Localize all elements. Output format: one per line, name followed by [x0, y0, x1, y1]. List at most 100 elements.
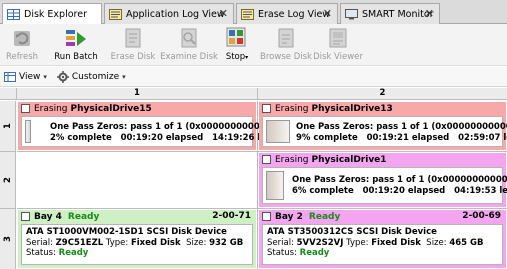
status-label: Status:	[267, 248, 297, 258]
empty-bay-cell[interactable]	[17, 152, 258, 209]
drive-name: PhysicalDrive15	[70, 103, 152, 114]
browse-disk-button[interactable]: Browse Disk	[260, 26, 312, 64]
row-header-label: 1	[2, 123, 13, 129]
examine-disk-button[interactable]: Examine Disk	[160, 26, 218, 64]
refresh-label: Refresh	[5, 52, 39, 62]
run-batch-label: Run Batch	[54, 52, 98, 62]
tab-smart-monitor[interactable]: SMART Monitor ✕	[340, 3, 440, 24]
ready-panel: Bay 4 Ready 2-00-71 ATA ST1000VM002-1SD1 S…	[18, 210, 256, 268]
customize-menu-button[interactable]: Customize ▾	[56, 70, 126, 83]
ready-status: Ready	[308, 211, 341, 222]
examine-disk-icon	[181, 28, 197, 48]
erase-status: Erasing	[275, 154, 309, 165]
refresh-button[interactable]: Refresh	[4, 26, 40, 64]
progress-text: One Pass Zeros: pass 1 of 1 (0x000000000…	[50, 122, 275, 144]
view-label: View	[19, 71, 41, 82]
size-value: 465 GB	[449, 237, 484, 248]
close-icon[interactable]: ✕	[425, 7, 434, 20]
size-label: Size:	[426, 237, 447, 248]
bay-label: Bay 2	[275, 211, 303, 222]
select-checkbox[interactable]	[21, 212, 30, 221]
column-header[interactable]: 1	[17, 88, 258, 100]
select-checkbox[interactable]	[21, 104, 30, 113]
row-header-label: 2	[2, 177, 13, 183]
monitor-icon	[345, 8, 358, 19]
drive-cell[interactable]: Erasing PhysicalDrive15 One Pass Zeros: p…	[17, 101, 275, 152]
drive-cell[interactable]: Bay 2 Ready 2-00-69 ATA ST3500312CS SCSI D…	[258, 209, 507, 269]
disk-viewer-button[interactable]: Disk Viewer	[313, 26, 363, 64]
device-details: Serial: 5VV2S2VJ Type: Fixed Disk Size: …	[267, 238, 498, 249]
stop-icon	[226, 27, 246, 47]
view-menu-button[interactable]: View ▾	[4, 71, 47, 82]
close-icon[interactable]: ✕	[219, 7, 228, 20]
row-header[interactable]: 1	[0, 101, 16, 152]
select-checkbox[interactable]	[262, 104, 271, 113]
erase-pass-text: One Pass Zeros: pass 1 of 1 (0x000000000…	[296, 122, 507, 132]
stop-label: Stop▾	[226, 52, 248, 62]
size-label: Size:	[186, 237, 207, 248]
erasing-panel: Erasing PhysicalDrive15 One Pass Zeros: p…	[18, 102, 275, 150]
examine-disk-label: Examine Disk	[160, 52, 218, 62]
run-batch-icon	[66, 30, 86, 46]
port-id: 2-00-69	[462, 211, 501, 221]
serial-value: Z9C51EZL	[55, 237, 104, 248]
erase-disk-label: Erase Disk	[110, 52, 156, 62]
view-bar: View ▾ Customize ▾	[0, 67, 507, 87]
customize-label: Customize	[71, 71, 120, 82]
tab-application-log-view[interactable]: Application Log View ✕	[104, 3, 234, 24]
drive-cell[interactable]: Bay 4 Ready 2-00-71 ATA ST1000VM002-1SD1 S…	[17, 209, 258, 269]
panel-header: Erasing PhysicalDrive15	[18, 102, 256, 115]
size-value: 932 GB	[209, 237, 244, 248]
device-name: ATA ST1000VM002-1SD1 SCSI Disk Device	[26, 227, 227, 237]
drive-cell[interactable]: Erasing PhysicalDrive13 One Pass Zeros: p…	[258, 101, 507, 152]
row-header-label: 3	[2, 236, 13, 242]
view-icon	[4, 71, 16, 82]
type-label: Type:	[105, 237, 129, 248]
progress-text: One Pass Zeros: pass 1 of 1 (0x000000000…	[296, 122, 507, 144]
tab-disk-explorer[interactable]: Disk Explorer	[2, 3, 102, 25]
tab-label: Application Log View	[126, 8, 225, 20]
progress-bar	[266, 120, 290, 143]
erase-disk-button[interactable]: Erase Disk	[110, 26, 156, 64]
erase-time-text: 9% complete 00:19:21 elapsed 02:59:07 le…	[296, 133, 507, 143]
panel-header: Bay 2 Ready 2-00-69	[259, 210, 506, 223]
type-value: Fixed Disk	[371, 237, 421, 248]
progress-box: One Pass Zeros: pass 1 of 1 (0x000000000…	[262, 167, 507, 204]
chevron-down-icon: ▾	[43, 72, 47, 81]
chevron-down-icon: ▾	[122, 72, 126, 81]
grid-corner	[0, 88, 17, 100]
port-id: 2-00-71	[212, 211, 251, 221]
erase-time-text: 2% complete 00:19:20 elapsed 14:19:26 le…	[50, 133, 274, 143]
erase-pass-text: One Pass Zeros: pass 1 of 1 (0x000000000…	[292, 175, 507, 185]
row-header[interactable]: 2	[0, 152, 16, 209]
erasing-panel: Erasing PhysicalDrive13 One Pass Zeros: p…	[259, 102, 507, 150]
stop-button[interactable]: Stop▾	[224, 26, 250, 64]
run-batch-button[interactable]: Run Batch	[54, 26, 98, 64]
progress-text: One Pass Zeros: pass 1 of 1 (0x000000000…	[292, 175, 507, 197]
type-value: Fixed Disk	[130, 237, 181, 248]
disk-viewer-icon	[329, 28, 347, 48]
drive-cell[interactable]: Erasing PhysicalDrive1 One Pass Zeros: pa…	[258, 152, 507, 209]
erase-time-text: 6% complete 00:19:20 elapsed 04:19:53 le…	[292, 186, 507, 196]
close-icon[interactable]: ✕	[323, 7, 332, 20]
browse-disk-label: Browse Disk	[260, 52, 312, 62]
stop-label-text: Stop	[225, 52, 246, 62]
bay-label: Bay 4	[34, 211, 62, 222]
progress-box: One Pass Zeros: pass 1 of 1 (0x000000000…	[21, 116, 275, 147]
serial-label: Serial:	[26, 237, 53, 248]
row-header[interactable]: 3	[0, 209, 16, 269]
gear-icon	[56, 70, 69, 83]
tab-label: SMART Monitor	[362, 8, 434, 20]
tab-label: Disk Explorer	[24, 9, 87, 20]
select-checkbox[interactable]	[262, 212, 271, 221]
erase-status: Erasing	[275, 103, 309, 114]
column-header[interactable]: 2	[258, 88, 507, 100]
disk-viewer-label: Disk Viewer	[313, 52, 363, 62]
panel-header: Erasing PhysicalDrive1	[259, 153, 506, 166]
tab-erase-log-view[interactable]: Erase Log View ✕	[236, 3, 338, 24]
serial-value: 5VV2S2VJ	[296, 237, 344, 248]
drive-name: PhysicalDrive1	[311, 154, 387, 165]
device-details: Serial: Z9C51EZL Type: Fixed Disk Size: …	[26, 238, 248, 249]
select-checkbox[interactable]	[262, 155, 271, 164]
type-label: Type:	[346, 237, 369, 248]
